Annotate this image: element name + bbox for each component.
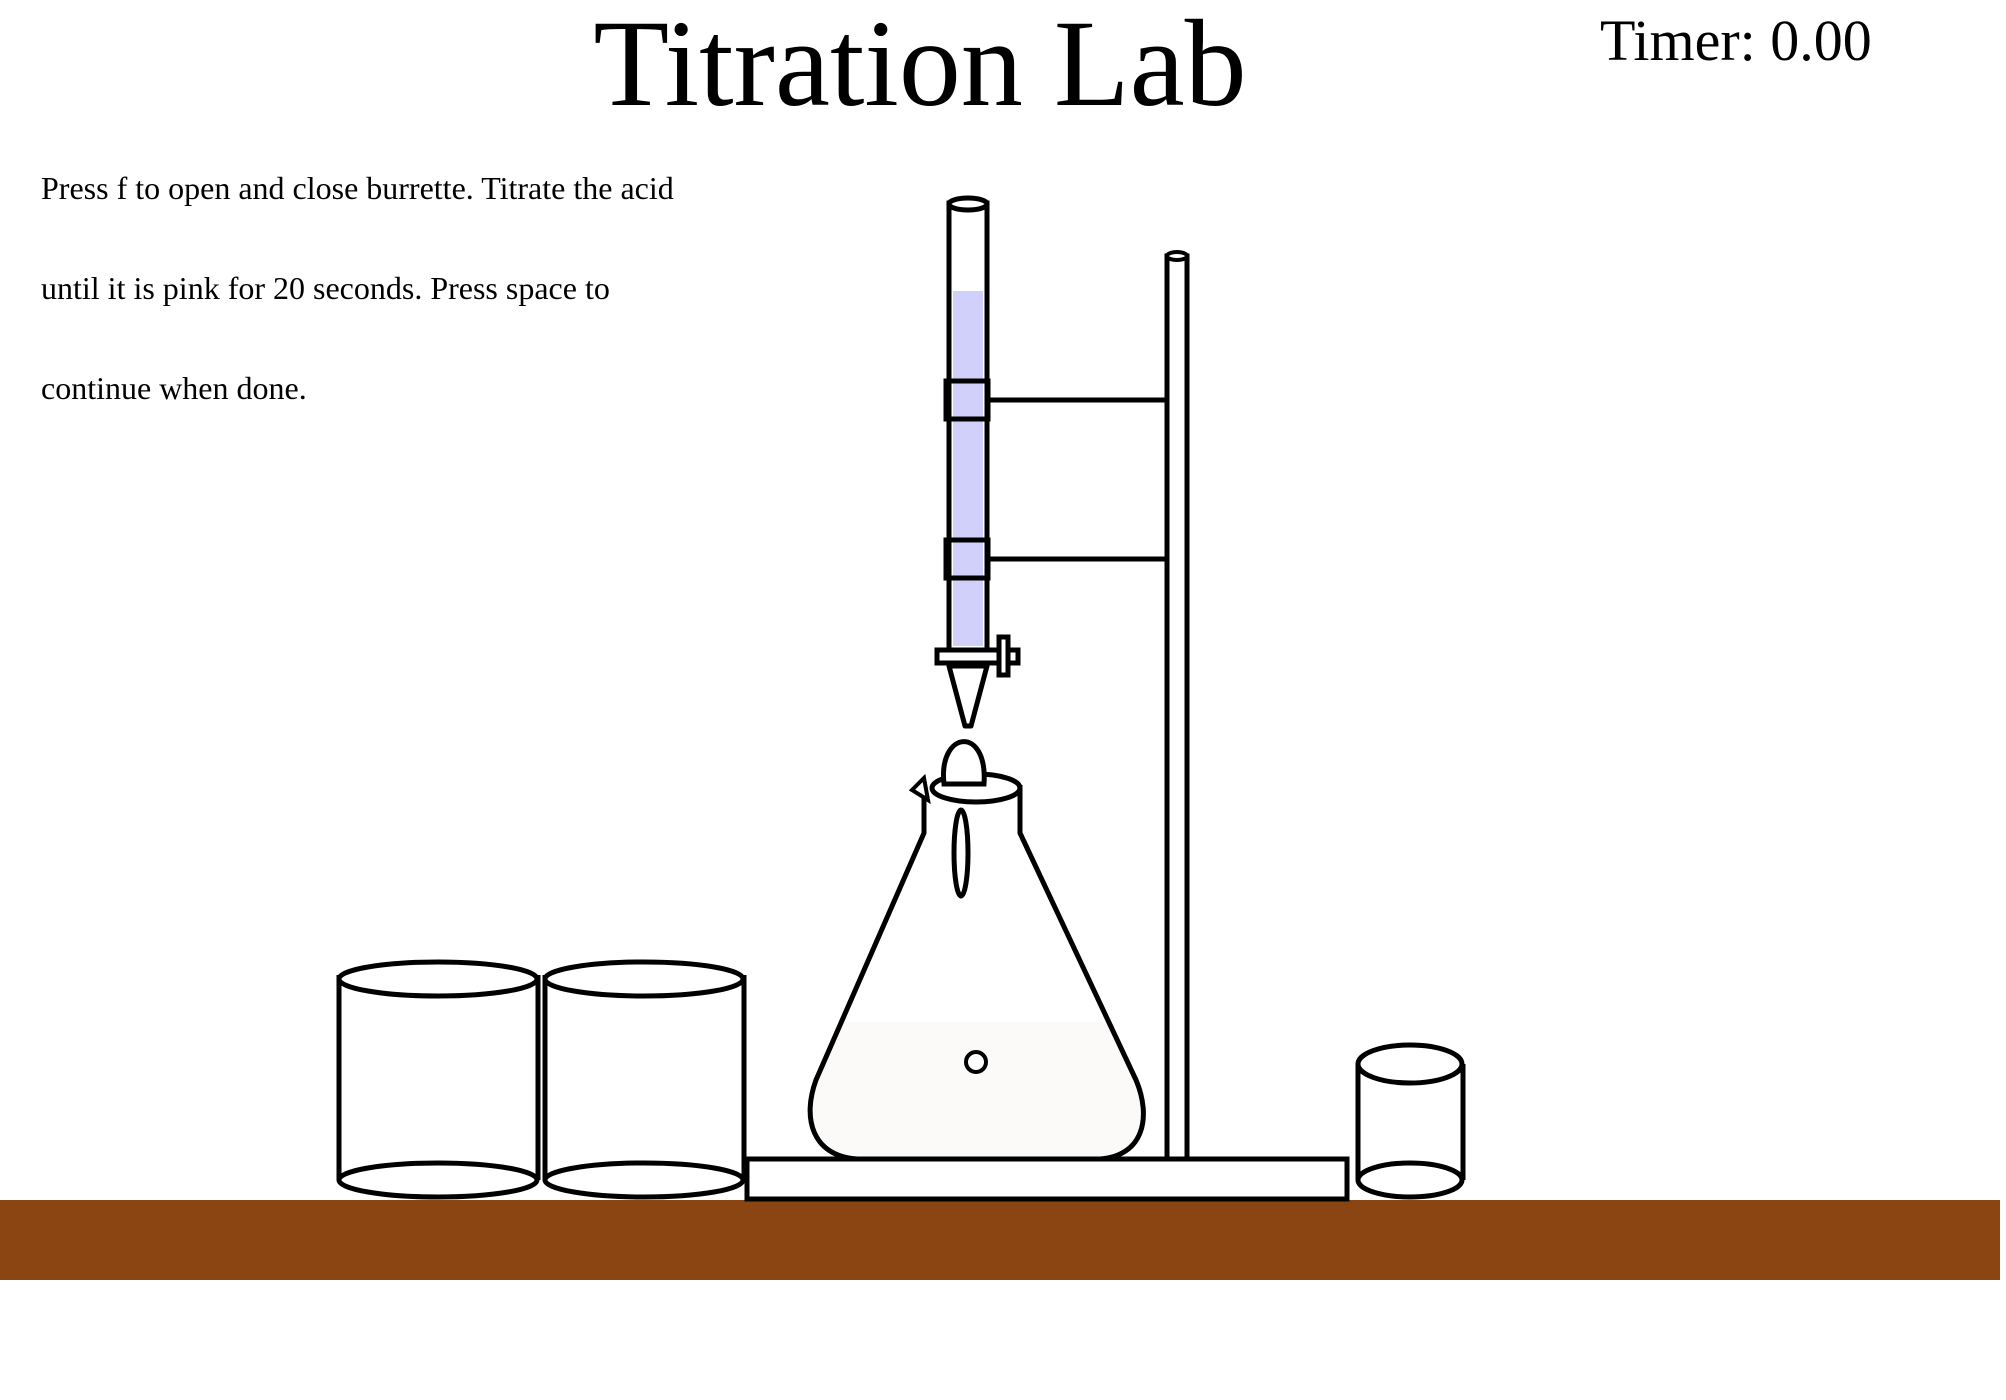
game-canvas[interactable]: Titration Lab Timer: 0.00 Press f to open… <box>0 0 2006 1400</box>
burette <box>946 195 990 653</box>
burette-solution <box>953 291 983 646</box>
stir-bar <box>964 1050 988 1074</box>
beaker-middle <box>542 959 747 1200</box>
lab-bench <box>0 1200 2000 1280</box>
stand-rod <box>1164 250 1190 1162</box>
flask-funnel <box>941 739 987 899</box>
beaker-left <box>336 959 541 1200</box>
erlenmeyer-flask <box>807 771 1146 1162</box>
lab-scene <box>0 195 2000 1280</box>
burette-tip <box>946 663 990 729</box>
beaker-small <box>1355 1042 1466 1200</box>
stand-base <box>744 1156 1350 1202</box>
